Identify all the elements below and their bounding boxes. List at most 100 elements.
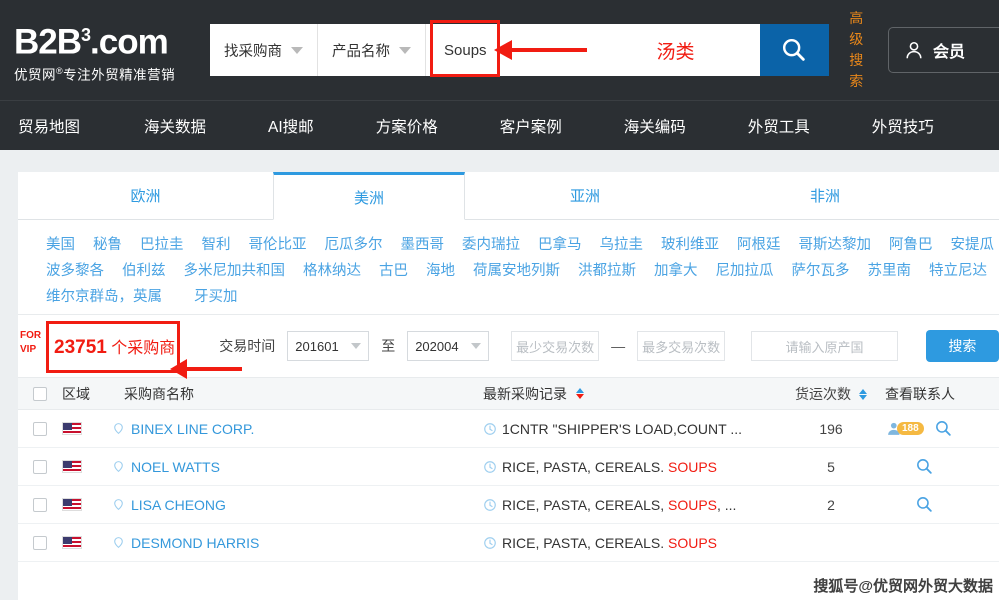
row-record-cell: RICE, PASTA, CEREALS. SOUPS [483,459,783,475]
country-row-3: 维尔京群岛，英属 牙买加 [46,282,999,308]
sort-desc-icon [858,395,867,401]
origin-country-input[interactable]: 请输入原产国 [751,331,898,361]
table-row[interactable]: BINEX LINE CORP. 1CNTR "SHIPPER'S LOAD,C… [18,410,999,448]
left-rail [0,150,18,600]
row-checkbox[interactable] [33,421,47,436]
site-logo[interactable]: B2B3.com 优贸网®专注外贸精准营销 [14,16,210,84]
country-link[interactable]: 阿鲁巴 [889,233,933,254]
country-link[interactable]: 牙买加 [194,285,238,306]
country-link[interactable]: 波多黎各 [46,259,104,280]
country-link[interactable]: 伯利兹 [122,259,166,280]
search-button[interactable] [760,24,829,76]
nav-item-hs-code[interactable]: 海关编码 [614,115,696,137]
country-link[interactable]: 特立尼达 [929,259,987,280]
record-text: RICE, PASTA, CEREALS, SOUPS, ... [502,497,736,513]
search-field-select[interactable]: 产品名称 [318,24,426,76]
buyer-name-link[interactable]: LISA CHEONG [131,497,226,513]
country-link[interactable]: 哥斯达黎加 [799,233,872,254]
country-link[interactable]: 苏里南 [868,259,912,280]
row-record-cell: RICE, PASTA, CEREALS. SOUPS [483,535,783,551]
view-contacts-search-icon[interactable] [934,419,953,438]
logo-tagline-brand: 优贸网 [14,67,56,83]
min-trades-input[interactable]: 最少交易次数 [511,331,600,361]
advanced-search-link[interactable]: 高级 搜索 [843,8,870,92]
search-type-select[interactable]: 找采购商 [210,24,318,76]
row-shipments-cell: 196 [819,420,843,437]
country-link[interactable]: 安提瓜 [951,233,995,254]
country-link[interactable]: 维尔京群岛，英属 [46,285,162,306]
row-region-cell [62,422,112,435]
clock-icon [484,460,496,473]
results-table-header: 区域 采购商名称 最新采购记录 货运次数 查看联系人 [18,377,999,410]
nav-item-ai-mail[interactable]: AI搜邮 [258,115,324,137]
view-contacts-search-icon[interactable] [915,457,934,476]
country-link[interactable]: 巴拿马 [538,233,582,254]
sort-shipments-icon[interactable] [858,389,867,401]
search-input[interactable]: Soups 汤类 [426,20,760,77]
country-link[interactable]: 萨尔瓦多 [792,259,850,280]
row-checkbox[interactable] [33,535,47,550]
country-link[interactable]: 墨西哥 [401,233,445,254]
country-link[interactable]: 厄瓜多尔 [325,233,383,254]
row-record-cell: RICE, PASTA, CEREALS, SOUPS, ... [483,497,783,513]
country-link[interactable]: 玻利维亚 [661,233,719,254]
record-tail: , ... [717,496,737,513]
country-link[interactable]: 多米尼加共和国 [184,259,286,280]
select-all-checkbox[interactable] [33,386,47,401]
country-link[interactable]: 秘鲁 [93,233,122,254]
buyer-name-link[interactable]: DESMOND HARRIS [131,535,259,551]
country-link[interactable]: 美国 [46,233,75,254]
country-link[interactable]: 乌拉圭 [600,233,644,254]
country-link[interactable]: 阿根廷 [737,233,781,254]
search-type-label: 找采购商 [224,43,282,60]
nav-item-tips[interactable]: 外贸技巧 [862,115,944,137]
country-link[interactable]: 洪都拉斯 [578,259,636,280]
region-tab-americas[interactable]: 美洲 [273,172,465,220]
nav-item-tools[interactable]: 外贸工具 [738,115,820,137]
sort-asc-icon [576,388,584,393]
buyer-name-link[interactable]: BINEX LINE CORP. [131,421,254,437]
logo-tagline: 优贸网®专注外贸精准营销 [14,62,210,85]
sort-record-icon[interactable] [576,388,584,399]
nav-item-trade-map[interactable]: 贸易地图 [8,115,90,137]
trade-time-from-select[interactable]: 201601 [287,331,370,361]
row-checkbox[interactable] [33,497,47,512]
chevron-down-icon [399,46,411,54]
nav-item-cases[interactable]: 客户案例 [490,115,572,137]
region-tab-africa[interactable]: 非洲 [705,172,945,220]
chevron-down-icon [291,46,303,54]
contacts-count-group[interactable]: 188 [885,420,924,437]
country-link[interactable]: 尼加拉瓜 [716,259,774,280]
max-trades-input[interactable]: 最多交易次数 [637,331,726,361]
table-row[interactable]: NOEL WATTS RICE, PASTA, CEREALS. SOUPS 5 [18,448,999,486]
view-contacts-search-icon[interactable] [915,495,934,514]
row-checkbox[interactable] [33,459,47,474]
add-contact-icon[interactable] [112,536,125,549]
add-contact-icon[interactable] [112,460,125,473]
user-icon [906,41,922,59]
country-link[interactable]: 海地 [426,259,455,280]
country-link[interactable]: 委内瑞拉 [462,233,520,254]
country-link[interactable]: 荷属安地列斯 [473,259,560,280]
region-tab-asia[interactable]: 亚洲 [465,172,705,220]
buyer-name-link[interactable]: NOEL WATTS [131,459,220,475]
trade-time-to-select[interactable]: 202004 [407,331,490,361]
filter-search-button[interactable]: 搜索 [925,330,999,362]
country-row-2: 波多黎各 伯利兹 多米尼加共和国 格林纳达 古巴 海地 荷属安地列斯 洪都拉斯 … [46,256,999,282]
nav-item-customs-data[interactable]: 海关数据 [134,115,216,137]
member-button[interactable]: 会员 [888,27,999,73]
add-contact-icon[interactable] [112,498,125,511]
add-contact-icon[interactable] [112,422,125,435]
country-link[interactable]: 加拿大 [654,259,698,280]
country-link[interactable]: 巴拉圭 [140,233,184,254]
table-row[interactable]: DESMOND HARRIS RICE, PASTA, CEREALS. SOU… [18,524,999,562]
nav-item-pricing[interactable]: 方案价格 [366,115,448,137]
us-flag-icon [62,498,82,511]
country-link[interactable]: 格林纳达 [303,259,361,280]
table-row[interactable]: LISA CHEONG RICE, PASTA, CEREALS, SOUPS,… [18,486,999,524]
country-link[interactable]: 智利 [202,233,231,254]
country-link[interactable]: 哥伦比亚 [249,233,307,254]
region-tab-europe[interactable]: 欧洲 [18,172,273,220]
country-link[interactable]: 古巴 [379,259,408,280]
row-region-cell [62,536,112,549]
